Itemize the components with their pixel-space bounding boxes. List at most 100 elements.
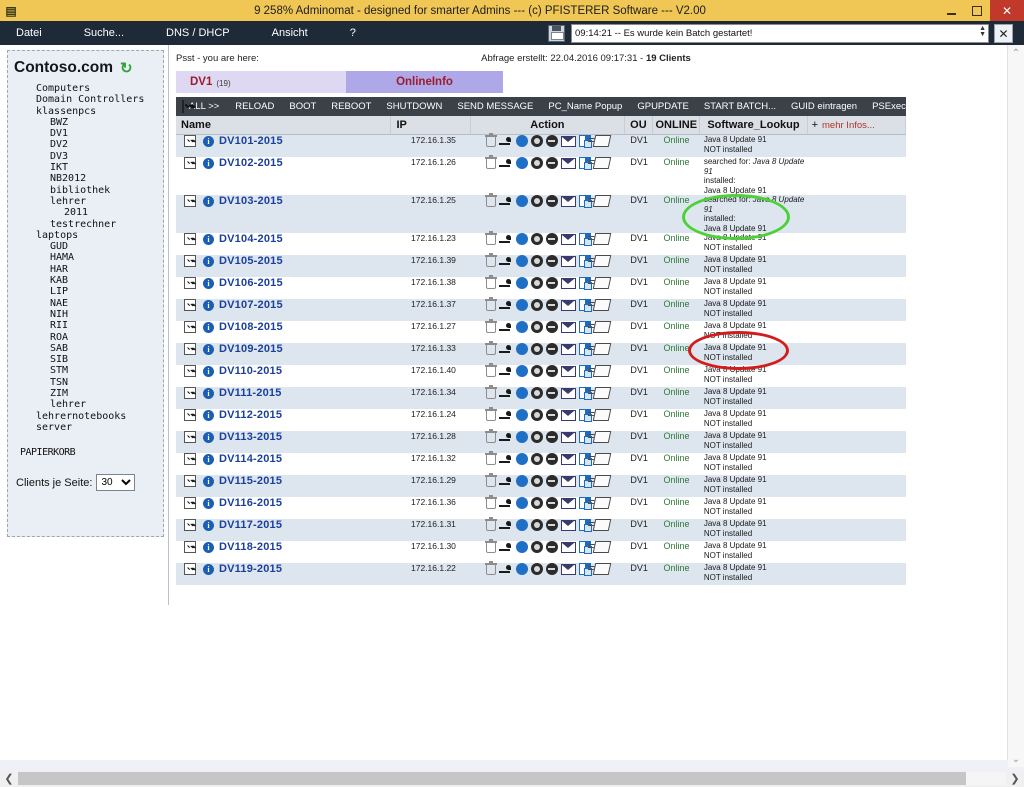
row-checkbox[interactable] xyxy=(184,365,196,377)
window-icon[interactable] xyxy=(578,299,592,312)
mail-icon[interactable] xyxy=(560,321,576,333)
table-row[interactable]: i DV103-2015 172.16.1.25 DV1 Online searched … xyxy=(176,193,906,233)
tree-item[interactable]: NAE xyxy=(14,298,163,309)
row-checkbox[interactable] xyxy=(184,157,196,169)
client-name-link[interactable]: DV111-2015 xyxy=(219,387,282,399)
window-icon[interactable] xyxy=(578,387,592,400)
toolbar-reboot[interactable]: REBOOT xyxy=(331,101,371,112)
minus-circle-icon[interactable] xyxy=(545,541,558,553)
client-name-link[interactable]: DV113-2015 xyxy=(219,431,282,443)
table-row[interactable]: i DV113-2015 172.16.1.28 DV1 Online Java 8 Up… xyxy=(176,429,906,453)
tree-item[interactable]: ZIM xyxy=(14,388,163,399)
info-icon[interactable]: i xyxy=(203,387,214,399)
mail-icon[interactable] xyxy=(560,157,576,169)
table-row[interactable]: i DV118-2015 172.16.1.30 DV1 Online Java 8 Up… xyxy=(176,539,906,563)
tree-item[interactable]: RII xyxy=(14,320,163,331)
table-row[interactable]: i DV119-2015 172.16.1.22 DV1 Online Java 8 Up… xyxy=(176,561,906,585)
minus-circle-icon[interactable] xyxy=(545,409,558,421)
table-row[interactable]: i DV108-2015 172.16.1.27 DV1 Online Java 8 Up… xyxy=(176,319,906,343)
power-icon[interactable] xyxy=(515,255,528,267)
info-icon[interactable]: i xyxy=(203,299,214,311)
window-icon[interactable] xyxy=(578,519,592,532)
client-name-link[interactable]: DV104-2015 xyxy=(219,233,283,245)
mail-icon[interactable] xyxy=(560,195,576,207)
power-icon[interactable] xyxy=(515,195,528,207)
minimize-button[interactable] xyxy=(938,0,964,21)
window-icon[interactable] xyxy=(578,255,592,268)
tree-item[interactable]: 2011 xyxy=(14,207,163,218)
trash-icon[interactable] xyxy=(484,193,497,207)
tree-item[interactable]: bibliothek xyxy=(14,185,163,196)
minus-circle-icon[interactable] xyxy=(545,497,558,509)
info-icon[interactable]: i xyxy=(203,563,214,575)
tree-item[interactable]: testrechner xyxy=(14,219,163,230)
table-row[interactable]: i DV105-2015 172.16.1.39 DV1 Online Java 8 Up… xyxy=(176,253,906,277)
tree-item[interactable]: HAMA xyxy=(14,252,163,263)
client-name-link[interactable]: DV107-2015 xyxy=(219,299,283,311)
menu-item-help[interactable]: ? xyxy=(340,27,366,39)
mail-icon[interactable] xyxy=(560,277,576,289)
window-icon[interactable] xyxy=(578,541,592,554)
trash-icon[interactable] xyxy=(484,231,497,245)
horizontal-scrollbar[interactable]: ❮ ❯ xyxy=(0,770,1024,787)
column-header-name[interactable]: Name xyxy=(176,116,392,134)
tree-item[interactable]: STM xyxy=(14,365,163,376)
minus-circle-icon[interactable] xyxy=(545,255,558,267)
eject-icon[interactable] xyxy=(498,196,513,206)
folder-icon[interactable] xyxy=(592,409,612,421)
recycle-bin-item[interactable]: PAPIERKORB xyxy=(8,447,163,458)
client-name-link[interactable]: DV114-2015 xyxy=(219,453,282,465)
row-checkbox[interactable] xyxy=(184,135,196,147)
row-checkbox[interactable] xyxy=(184,343,196,355)
power-icon[interactable] xyxy=(515,497,528,509)
table-row[interactable]: i DV102-2015 172.16.1.26 DV1 Online searched … xyxy=(176,155,906,195)
minus-circle-icon[interactable] xyxy=(545,157,558,169)
scroll-down-arrow[interactable]: ⌄ xyxy=(1008,751,1024,767)
eject-icon[interactable] xyxy=(498,136,513,146)
window-icon[interactable] xyxy=(578,195,592,208)
folder-icon[interactable] xyxy=(592,519,612,531)
client-name-link[interactable]: DV108-2015 xyxy=(219,321,283,333)
eject-icon[interactable] xyxy=(498,322,513,332)
toolbar-psexec[interactable]: PSExec xyxy=(872,101,906,112)
folder-icon[interactable] xyxy=(592,365,612,377)
folder-icon[interactable] xyxy=(592,277,612,289)
folder-icon[interactable] xyxy=(592,321,612,333)
minus-circle-icon[interactable] xyxy=(545,563,558,575)
tree-item[interactable]: Domain Controllers xyxy=(14,94,163,105)
mail-icon[interactable] xyxy=(560,365,576,377)
trash-icon[interactable] xyxy=(484,517,497,531)
folder-icon[interactable] xyxy=(592,255,612,267)
tree-item[interactable]: NB2012 xyxy=(14,173,163,184)
eject-icon[interactable] xyxy=(498,234,513,244)
power-icon[interactable] xyxy=(515,365,528,377)
row-checkbox[interactable] xyxy=(184,277,196,289)
app-icon[interactable]: ▤ xyxy=(0,0,22,21)
row-checkbox[interactable] xyxy=(184,453,196,465)
eject-icon[interactable] xyxy=(498,498,513,508)
minus-circle-icon[interactable] xyxy=(545,365,558,377)
tree-item[interactable]: LIP xyxy=(14,286,163,297)
power-icon[interactable] xyxy=(515,157,528,169)
table-row[interactable]: i DV112-2015 172.16.1.24 DV1 Online Java 8 Up… xyxy=(176,407,906,431)
minus-circle-icon[interactable] xyxy=(545,431,558,443)
client-name-link[interactable]: DV102-2015 xyxy=(219,157,283,169)
power-icon[interactable] xyxy=(515,409,528,421)
settings-icon[interactable] xyxy=(530,519,543,531)
trash-icon[interactable] xyxy=(484,133,497,147)
row-checkbox[interactable] xyxy=(184,387,196,399)
scroll-up-arrow[interactable]: ⌃ xyxy=(1008,45,1024,61)
tree-item[interactable]: HAR xyxy=(14,264,163,275)
column-header-more[interactable]: + mehr Infos... xyxy=(808,116,906,134)
trash-icon[interactable] xyxy=(484,539,497,553)
row-checkbox[interactable] xyxy=(184,299,196,311)
eject-icon[interactable] xyxy=(498,256,513,266)
minus-circle-icon[interactable] xyxy=(545,277,558,289)
window-icon[interactable] xyxy=(578,563,592,576)
client-name-link[interactable]: DV109-2015 xyxy=(219,343,283,355)
window-icon[interactable] xyxy=(578,135,592,148)
trash-icon[interactable] xyxy=(484,451,497,465)
tree-item[interactable]: DV3 xyxy=(14,151,163,162)
table-row[interactable]: i DV115-2015 172.16.1.29 DV1 Online Java 8 Up… xyxy=(176,473,906,497)
vertical-scrollbar[interactable]: ⌃ ⌄ xyxy=(1007,45,1024,767)
